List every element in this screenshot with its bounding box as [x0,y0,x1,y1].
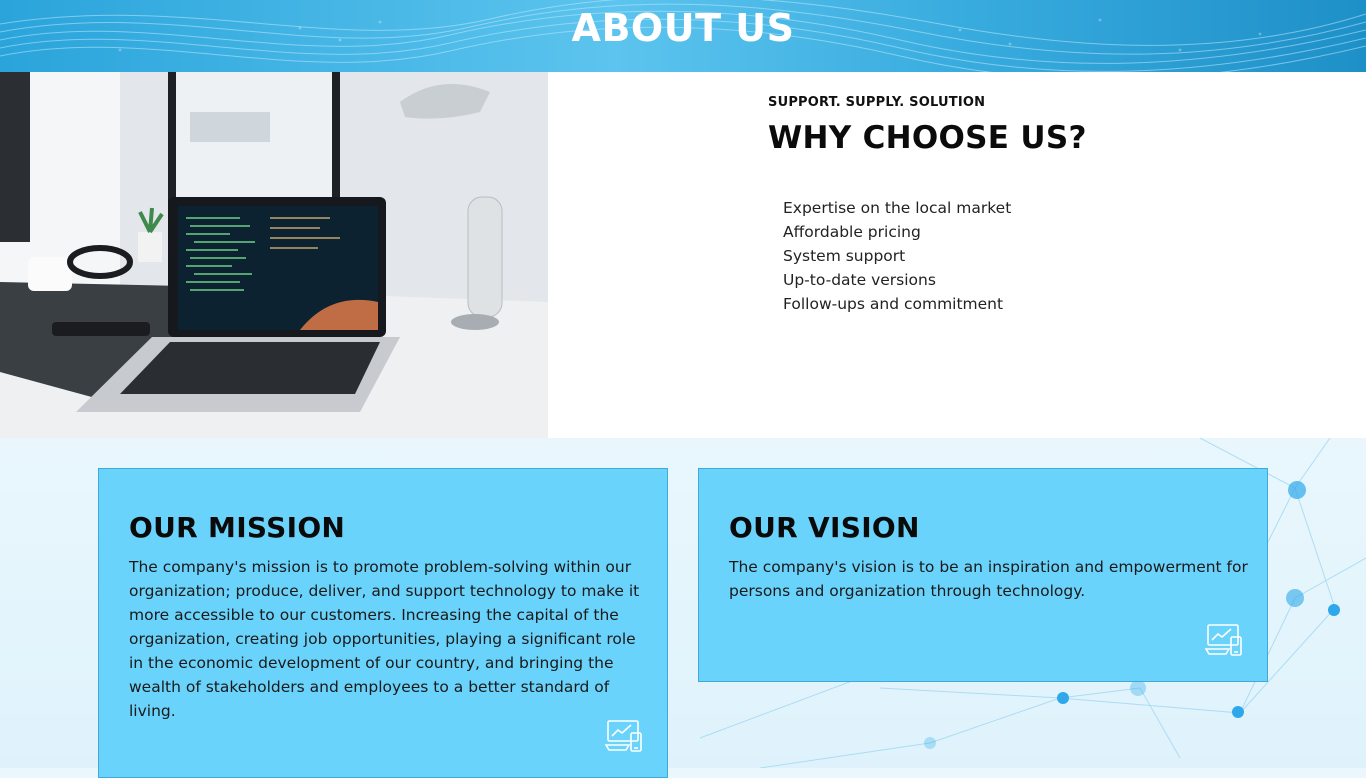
list-item: System support [783,247,906,265]
reasons-list: Expertise on the local market Affordable… [783,196,1011,316]
mission-card: OUR MISSION The company's mission is to … [98,468,668,778]
list-item: Up-to-date versions [783,271,936,289]
mission-title: OUR MISSION [129,511,346,544]
vision-title: OUR VISION [729,511,920,544]
list-item: Affordable pricing [783,223,921,241]
list-item: Follow-ups and commitment [783,295,1004,313]
section-kicker: SUPPORT. SUPPLY. SOLUTION [768,95,986,110]
mission-text: The company's mission is to promote prob… [129,558,640,720]
laptop-desk-photo [0,72,548,438]
devices-icon [1205,624,1242,656]
why-choose-us-section: SUPPORT. SUPPLY. SOLUTION WHY CHOOSE US?… [548,72,1366,438]
vision-text: The company's vision is to be an inspira… [729,558,1248,600]
list-item: Expertise on the local market [783,199,1012,217]
devices-icon [605,720,642,752]
about-us-banner: ABOUT US [0,0,1366,72]
vision-card: OUR VISION The company's vision is to be… [698,468,1268,682]
section-title: WHY CHOOSE US? [768,120,1087,156]
page-title: ABOUT US [571,6,795,50]
